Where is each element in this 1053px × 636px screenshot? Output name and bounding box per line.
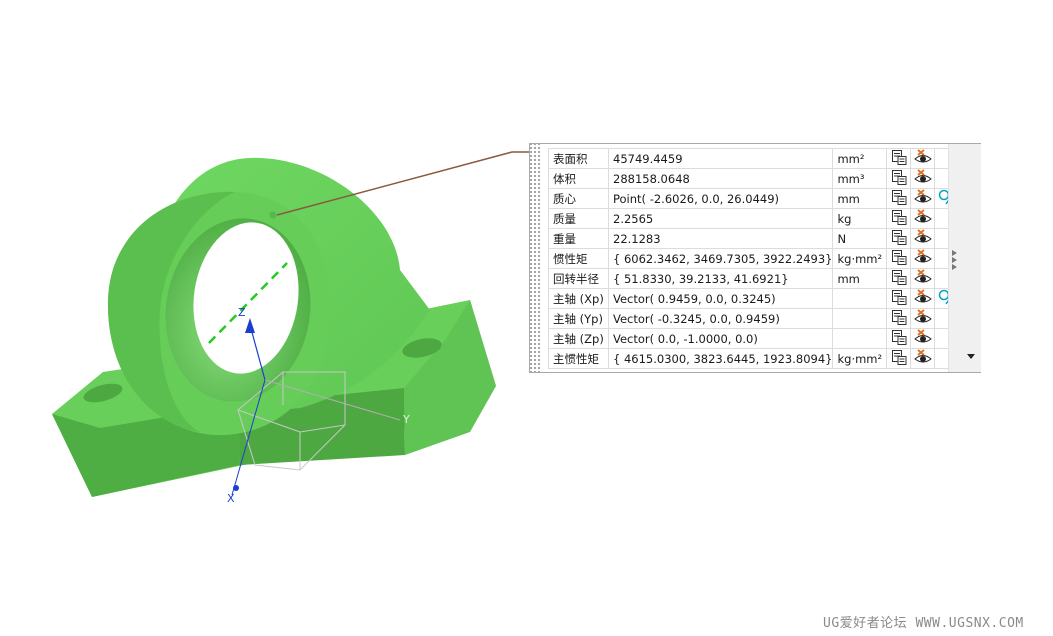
- export-to-spreadsheet-icon[interactable]: [891, 170, 907, 188]
- axis-label-y: Y: [402, 413, 410, 426]
- table-row[interactable]: 重量 22.1283 N: [548, 228, 960, 249]
- export-to-spreadsheet-icon[interactable]: [891, 310, 907, 328]
- export-to-spreadsheet-icon[interactable]: [891, 250, 907, 268]
- export-to-spreadsheet-icon[interactable]: [891, 270, 907, 288]
- export-to-spreadsheet-icon[interactable]: [891, 210, 907, 228]
- row-value: { 51.8330, 39.2133, 41.6921}: [607, 268, 834, 289]
- row-value: { 6062.3462, 3469.7305, 3922.2493}: [607, 248, 834, 269]
- measure-results-table: 表面积 45749.4459 mm² 体积 288158.0648 mm³ 质心 Point(…: [548, 148, 960, 369]
- row-unit[interactable]: kg·mm²: [832, 348, 888, 369]
- row-label: 主轴 (Zp): [548, 328, 609, 349]
- show-eye-icon[interactable]: [914, 209, 932, 228]
- row-value: 22.1283: [607, 228, 834, 249]
- row-value: 45749.4459: [607, 148, 834, 169]
- show-eye-icon[interactable]: [914, 149, 932, 168]
- show-eye-icon[interactable]: [914, 289, 932, 308]
- export-to-spreadsheet-icon[interactable]: [891, 330, 907, 348]
- row-label: 表面积: [548, 148, 609, 169]
- export-to-spreadsheet-icon[interactable]: [891, 290, 907, 308]
- table-row[interactable]: 质量 2.2565 kg: [548, 208, 960, 229]
- expand-arrow-icon[interactable]: [952, 250, 957, 256]
- axis-label-z: Z: [238, 306, 246, 319]
- table-row[interactable]: 主轴 (Xp) Vector( 0.9459, 0.0, 0.3245): [548, 288, 960, 309]
- table-row[interactable]: 主惯性矩{ 4615.0300, 3823.6445, 1923.8094} kg…: [548, 348, 960, 369]
- panel-side-scrollbar[interactable]: [948, 144, 981, 372]
- table-row[interactable]: 体积 288158.0648 mm³: [548, 168, 960, 189]
- row-value: Point( -2.6026, 0.0, 26.0449): [607, 188, 834, 209]
- row-unit[interactable]: kg·mm²: [832, 248, 888, 269]
- table-row[interactable]: 主轴 (Yp) Vector( -0.3245, 0.0, 0.9459): [548, 308, 960, 329]
- row-label: 惯性矩: [548, 248, 609, 269]
- expand-arrow-icon[interactable]: [952, 257, 957, 263]
- row-value: 2.2565: [607, 208, 834, 229]
- row-unit[interactable]: kg: [832, 208, 888, 229]
- export-to-spreadsheet-icon[interactable]: [891, 350, 907, 368]
- row-unit[interactable]: mm²: [832, 148, 888, 169]
- show-eye-icon[interactable]: [914, 269, 932, 288]
- table-row[interactable]: 表面积 45749.4459 mm²: [548, 148, 960, 169]
- row-label: 体积: [548, 168, 609, 189]
- show-eye-icon[interactable]: [914, 249, 932, 268]
- row-label: 回转半径: [548, 268, 609, 289]
- table-row[interactable]: 主轴 (Zp) Vector( 0.0, -1.0000, 0.0): [548, 328, 960, 349]
- axis-label-x: X: [227, 492, 235, 505]
- expand-arrow-icon[interactable]: [952, 264, 957, 270]
- show-eye-icon[interactable]: [914, 169, 932, 188]
- bearing-housing-part[interactable]: [52, 157, 496, 497]
- show-eye-icon[interactable]: [914, 229, 932, 248]
- row-unit[interactable]: [832, 328, 888, 349]
- row-unit[interactable]: [832, 288, 888, 309]
- table-row[interactable]: 回转半径{ 51.8330, 39.2133, 41.6921} mm: [548, 268, 960, 289]
- row-unit[interactable]: mm: [832, 188, 888, 209]
- row-unit[interactable]: mm: [832, 268, 888, 289]
- row-label: 主轴 (Yp): [548, 308, 609, 329]
- row-label: 质心: [548, 188, 609, 209]
- row-label: 主惯性矩: [548, 348, 609, 369]
- forum-watermark: UG爱好者论坛 WWW.UGSNX.COM: [823, 616, 1024, 631]
- row-unit[interactable]: mm³: [832, 168, 888, 189]
- show-eye-icon[interactable]: [914, 329, 932, 348]
- chevron-down-icon[interactable]: [967, 354, 975, 359]
- row-label: 重量: [548, 228, 609, 249]
- row-value: Vector( 0.0, -1.0000, 0.0): [607, 328, 834, 349]
- table-row[interactable]: 质心 Point( -2.6026, 0.0, 26.0449) mm: [548, 188, 960, 209]
- row-unit[interactable]: N: [832, 228, 888, 249]
- row-unit[interactable]: [832, 308, 888, 329]
- show-eye-icon[interactable]: [914, 309, 932, 328]
- row-value: 288158.0648: [607, 168, 834, 189]
- table-row[interactable]: 惯性矩{ 6062.3462, 3469.7305, 3922.2493} kg·…: [548, 248, 960, 269]
- show-eye-icon[interactable]: [914, 349, 932, 368]
- export-to-spreadsheet-icon[interactable]: [891, 230, 907, 248]
- export-to-spreadsheet-icon[interactable]: [891, 150, 907, 168]
- row-label: 质量: [548, 208, 609, 229]
- row-value: { 4615.0300, 3823.6445, 1923.8094}: [607, 348, 834, 369]
- row-value: Vector( -0.3245, 0.0, 0.9459): [607, 308, 834, 329]
- show-eye-icon[interactable]: [914, 189, 932, 208]
- export-to-spreadsheet-icon[interactable]: [891, 190, 907, 208]
- row-label: 主轴 (Xp): [548, 288, 609, 309]
- measure-results-panel: 表面积 45749.4459 mm² 体积 288158.0648 mm³ 质心 Point(…: [529, 143, 981, 373]
- row-value: Vector( 0.9459, 0.0, 0.3245): [607, 288, 834, 309]
